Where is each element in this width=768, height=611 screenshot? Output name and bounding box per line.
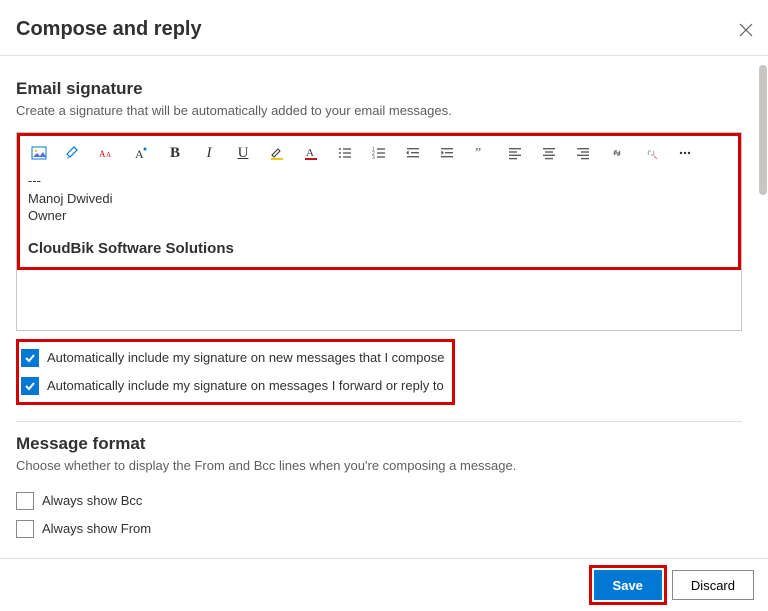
show-from-row: Always show From: [16, 515, 742, 543]
show-from-checkbox[interactable]: [16, 520, 34, 538]
signature-section-desc: Create a signature that will be automati…: [16, 103, 742, 118]
bullet-list-icon[interactable]: [336, 144, 354, 162]
underline-icon[interactable]: U: [234, 144, 252, 162]
format-section-title: Message format: [16, 434, 742, 454]
svg-text:A: A: [306, 147, 314, 159]
format-painter-icon[interactable]: [64, 144, 82, 162]
outdent-icon[interactable]: [404, 144, 422, 162]
svg-text:A: A: [135, 147, 144, 161]
auto-include-reply-label: Automatically include my signature on me…: [47, 378, 444, 393]
signature-editor-empty-area[interactable]: [16, 270, 742, 331]
align-left-icon[interactable]: [506, 144, 524, 162]
show-from-label: Always show From: [42, 521, 151, 536]
svg-text:”: ”: [475, 146, 481, 161]
compose-reply-panel: Compose and reply Email signature Create…: [0, 0, 768, 611]
insert-image-icon[interactable]: [30, 144, 48, 162]
signature-name: Manoj Dwivedi: [28, 190, 730, 208]
show-bcc-row: Always show Bcc: [16, 487, 742, 515]
editor-toolbar: AA A B I U A: [28, 142, 730, 172]
highlight-signature-options: Automatically include my signature on ne…: [16, 339, 455, 405]
signature-role: Owner: [28, 207, 730, 225]
quote-icon[interactable]: ”: [472, 144, 490, 162]
svg-text:A: A: [106, 151, 111, 159]
auto-include-reply-checkbox[interactable]: [21, 377, 39, 395]
signature-company: CloudBik Software Solutions: [28, 239, 730, 259]
scrollbar-thumb[interactable]: [759, 65, 767, 195]
save-button[interactable]: Save: [594, 570, 662, 600]
format-section-desc: Choose whether to display the From and B…: [16, 458, 742, 473]
signature-content[interactable]: --- Manoj Dwivedi Owner CloudBik Softwar…: [28, 172, 730, 259]
font-family-icon[interactable]: AA: [98, 144, 116, 162]
signature-section-title: Email signature: [16, 79, 742, 99]
show-bcc-checkbox[interactable]: [16, 492, 34, 510]
font-color-icon[interactable]: A: [302, 144, 320, 162]
auto-include-new-label: Automatically include my signature on ne…: [47, 350, 444, 365]
show-bcc-label: Always show Bcc: [42, 493, 142, 508]
panel-title: Compose and reply: [16, 18, 202, 41]
discard-button[interactable]: Discard: [672, 570, 754, 600]
svg-text:A: A: [99, 149, 106, 159]
align-right-icon[interactable]: [574, 144, 592, 162]
bold-icon[interactable]: B: [166, 144, 184, 162]
number-list-icon[interactable]: 123: [370, 144, 388, 162]
signature-editor: AA A B I U A: [16, 132, 742, 270]
signature-separator: ---: [28, 172, 730, 190]
more-icon[interactable]: [676, 144, 694, 162]
italic-icon[interactable]: I: [200, 144, 218, 162]
highlight-color-icon[interactable]: [268, 144, 286, 162]
scrollbar[interactable]: [758, 57, 768, 559]
section-divider: [16, 421, 742, 422]
insert-link-icon[interactable]: [608, 144, 626, 162]
close-icon[interactable]: [738, 22, 754, 38]
svg-text:3: 3: [372, 155, 375, 161]
highlight-editor: AA A B I U A: [17, 133, 741, 270]
panel-header: Compose and reply: [0, 0, 768, 56]
panel-body: Email signature Create a signature that …: [0, 57, 758, 559]
indent-icon[interactable]: [438, 144, 456, 162]
remove-link-icon[interactable]: [642, 144, 660, 162]
auto-include-new-row: Automatically include my signature on ne…: [21, 344, 444, 372]
auto-include-reply-row: Automatically include my signature on me…: [21, 372, 444, 400]
align-center-icon[interactable]: [540, 144, 558, 162]
panel-footer: Save Discard: [0, 558, 768, 611]
auto-include-new-checkbox[interactable]: [21, 349, 39, 367]
scrollbar-track: [758, 57, 768, 559]
font-size-icon[interactable]: A: [132, 144, 150, 162]
